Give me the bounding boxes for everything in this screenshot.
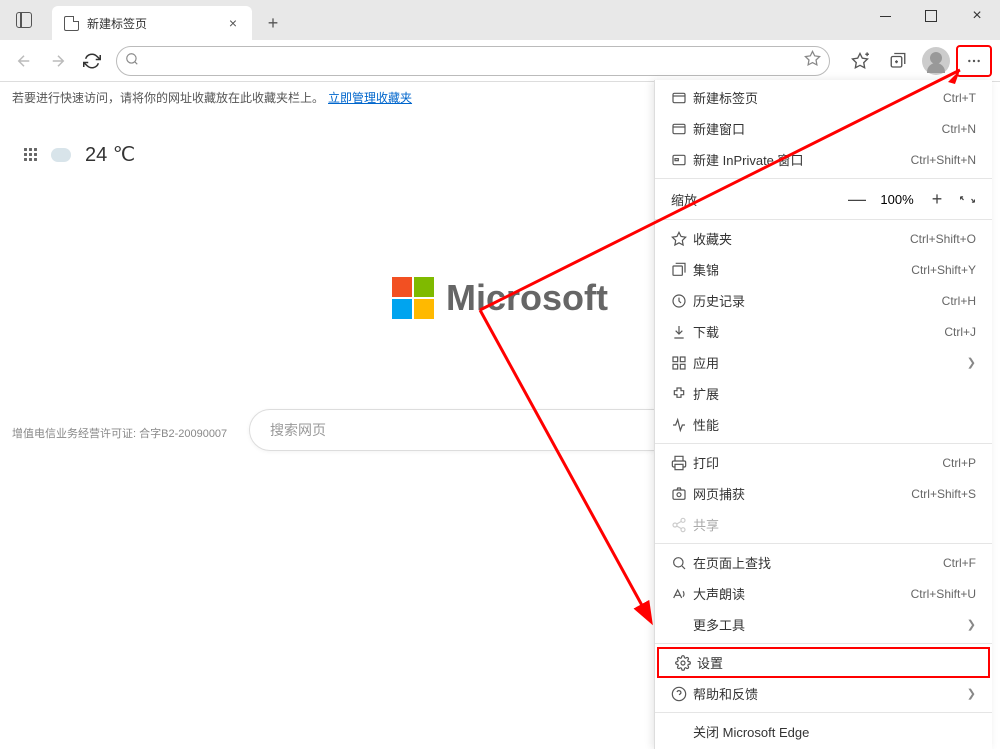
menu-new-window[interactable]: 新建窗口 Ctrl+N	[655, 113, 992, 144]
temperature[interactable]: 24 ℃	[85, 142, 135, 167]
menu-new-inprivate[interactable]: 新建 InPrivate 窗口 Ctrl+Shift+N	[655, 144, 992, 175]
avatar-icon	[922, 47, 950, 75]
toolbar	[0, 40, 1000, 82]
more-menu-button[interactable]	[956, 45, 992, 77]
performance-icon	[671, 417, 693, 433]
titlebar: 新建标签页 × + ×	[0, 0, 1000, 40]
manage-favorites-link[interactable]: 立即管理收藏夹	[328, 89, 412, 106]
menu-web-capture[interactable]: 网页捕获 Ctrl+Shift+S	[655, 478, 992, 509]
collections-icon	[671, 262, 693, 278]
more-menu: 新建标签页 Ctrl+T 新建窗口 Ctrl+N 新建 InPrivate 窗口…	[654, 80, 992, 749]
menu-print[interactable]: 打印 Ctrl+P	[655, 447, 992, 478]
window-controls: ×	[862, 0, 1000, 32]
back-button[interactable]	[8, 45, 40, 77]
print-icon	[671, 455, 693, 471]
new-tab-favicon	[64, 16, 79, 31]
menu-zoom: 缩放 — 100% +	[655, 182, 992, 216]
maximize-button[interactable]	[908, 0, 954, 32]
favorite-star-button[interactable]	[804, 50, 821, 71]
menu-collections[interactable]: 集锦 Ctrl+Shift+Y	[655, 254, 992, 285]
find-icon	[671, 555, 693, 571]
menu-downloads[interactable]: 下载 Ctrl+J	[655, 316, 992, 347]
history-icon	[671, 293, 693, 309]
close-window-button[interactable]: ×	[954, 0, 1000, 32]
fullscreen-button[interactable]	[952, 184, 982, 214]
menu-help[interactable]: 帮助和反馈 ❯	[655, 678, 992, 709]
new-tab-button[interactable]: +	[258, 8, 288, 38]
chevron-right-icon: ❯	[967, 687, 976, 700]
forward-button[interactable]	[42, 45, 74, 77]
menu-new-tab[interactable]: 新建标签页 Ctrl+T	[655, 82, 992, 113]
search-icon	[125, 52, 139, 69]
zoom-out-button[interactable]: —	[842, 184, 872, 214]
minimize-button[interactable]	[862, 0, 908, 32]
help-icon	[671, 686, 693, 702]
address-bar[interactable]	[116, 46, 830, 76]
download-icon	[671, 324, 693, 340]
menu-favorites[interactable]: 收藏夹 Ctrl+Shift+O	[655, 223, 992, 254]
bookmarks-hint: 若要进行快速访问，请将你的网址收藏放在此收藏夹栏上。	[12, 89, 324, 106]
window-icon	[671, 121, 693, 137]
zoom-in-button[interactable]: +	[922, 184, 952, 214]
chevron-right-icon: ❯	[967, 356, 976, 369]
share-icon	[671, 517, 693, 533]
menu-settings[interactable]: 设置	[657, 647, 990, 678]
star-icon	[671, 231, 693, 247]
extensions-icon	[671, 386, 693, 402]
menu-read-aloud[interactable]: 大声朗读 Ctrl+Shift+U	[655, 578, 992, 609]
search-placeholder: 搜索网页	[270, 420, 326, 440]
inprivate-icon	[671, 152, 693, 168]
brand-text: Microsoft	[446, 277, 608, 319]
gear-icon	[675, 655, 697, 671]
microsoft-logo: Microsoft	[392, 277, 608, 319]
footer-license: 增值电信业务经营许可证: 合字B2-20090007	[12, 425, 227, 441]
tab-strip-icon	[16, 12, 32, 28]
collections-button[interactable]	[880, 45, 916, 77]
chevron-right-icon: ❯	[967, 618, 976, 631]
weather-icon	[51, 148, 71, 162]
menu-apps[interactable]: 应用 ❯	[655, 347, 992, 378]
new-tab-icon	[671, 90, 693, 106]
refresh-button[interactable]	[76, 45, 108, 77]
read-aloud-icon	[671, 586, 693, 602]
capture-icon	[671, 486, 693, 502]
apps-icon	[671, 355, 693, 371]
tab-title: 新建标签页	[87, 15, 216, 32]
menu-close-edge[interactable]: 关闭 Microsoft Edge	[655, 716, 992, 747]
close-tab-button[interactable]: ×	[224, 14, 242, 32]
favorites-button[interactable]	[842, 45, 878, 77]
menu-history[interactable]: 历史记录 Ctrl+H	[655, 285, 992, 316]
zoom-value: 100%	[872, 192, 922, 207]
profile-button[interactable]	[918, 45, 954, 77]
menu-extensions[interactable]: 扩展	[655, 378, 992, 409]
menu-share: 共享	[655, 509, 992, 540]
menu-performance[interactable]: 性能	[655, 409, 992, 440]
menu-more-tools[interactable]: 更多工具 ❯	[655, 609, 992, 640]
microsoft-squares-icon	[392, 277, 434, 319]
tab-actions-button[interactable]	[0, 0, 48, 40]
app-launcher-button[interactable]	[24, 148, 37, 161]
menu-find[interactable]: 在页面上查找 Ctrl+F	[655, 547, 992, 578]
browser-tab[interactable]: 新建标签页 ×	[52, 6, 252, 40]
